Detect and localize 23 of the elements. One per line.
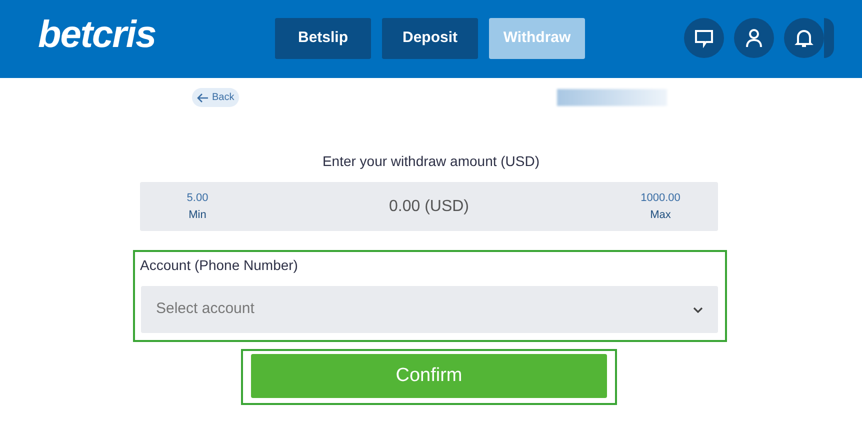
account-label: Account (Phone Number) (140, 256, 298, 275)
min-value: 5.00 (186, 190, 208, 206)
bell-icon (794, 28, 814, 48)
nav-tab[interactable]: Deposit (382, 18, 478, 59)
chat-icon (694, 28, 714, 48)
arrow-left-icon (197, 92, 209, 102)
form-title: Enter your withdraw amount (USD) (321, 152, 541, 171)
account-button[interactable] (734, 18, 774, 58)
nav-tab[interactable]: Betslip (275, 18, 371, 59)
user-icon (744, 28, 764, 48)
min-label: Min (188, 208, 206, 222)
amount-value: 0.00 (USD) (388, 196, 470, 216)
amount-field[interactable]: 5.00 Min 0.00 (USD) 1000.00 Max (140, 182, 718, 231)
chevron-down-icon (693, 306, 703, 312)
notifications-button[interactable] (784, 18, 824, 58)
confirm-button[interactable]: Confirm (251, 354, 607, 398)
select-placeholder: Select account (156, 299, 254, 320)
chat-button[interactable] (684, 18, 724, 58)
back-link[interactable]: Back (192, 88, 240, 107)
logo[interactable]: betcris (38, 16, 156, 54)
max-label: Max (650, 208, 671, 222)
max-value: 1000.00 (640, 190, 680, 206)
account-select[interactable]: Select account (141, 286, 718, 333)
